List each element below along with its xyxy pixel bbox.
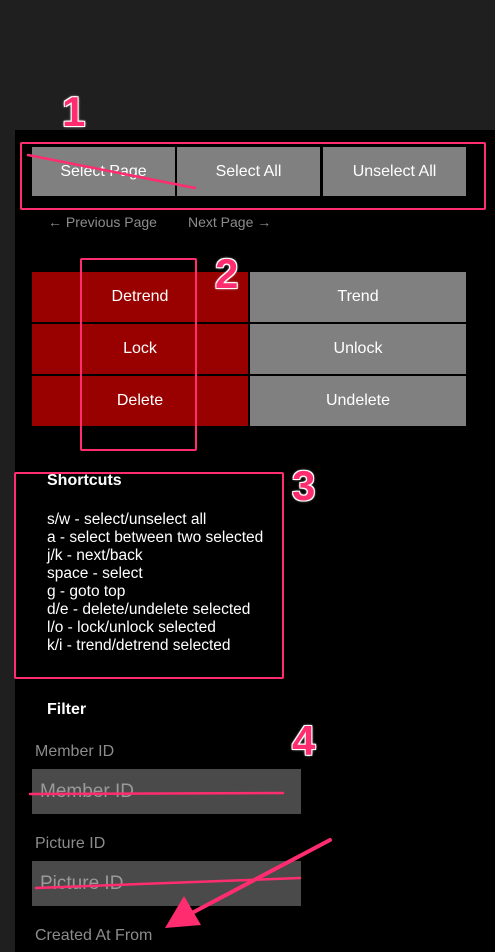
trend-button[interactable]: Trend	[250, 272, 466, 322]
annotation-number-3: 3	[292, 462, 316, 509]
picture-id-label: Picture ID	[35, 835, 106, 852]
member-id-input[interactable]	[32, 769, 301, 814]
annotation-number-4: 4	[292, 717, 316, 764]
member-id-label: Member ID	[35, 743, 115, 760]
filter-heading: Filter	[47, 701, 87, 718]
picture-id-input[interactable]	[32, 861, 301, 906]
next-page-link[interactable]: Next Page →	[188, 214, 271, 230]
annotation-box-2	[80, 258, 197, 451]
previous-page-link[interactable]: ← Previous Page	[48, 214, 157, 230]
annotation-number-2: 2	[215, 250, 239, 297]
annotation-number-1: 1	[62, 88, 86, 135]
annotation-box-1	[20, 142, 486, 210]
undelete-button[interactable]: Undelete	[250, 376, 466, 426]
annotation-box-3	[14, 472, 284, 679]
created-at-from-label: Created At From	[35, 927, 153, 944]
unlock-button[interactable]: Unlock	[250, 324, 466, 374]
